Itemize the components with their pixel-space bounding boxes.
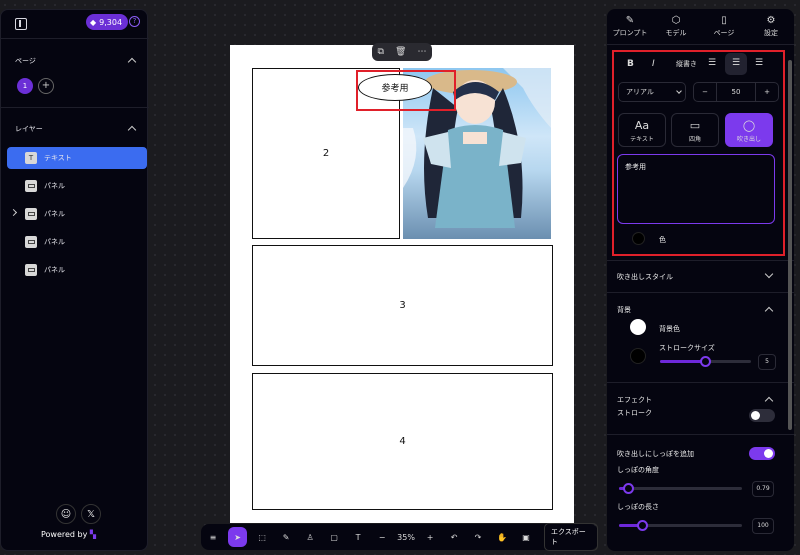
more-icon[interactable]: ⋯ xyxy=(417,47,426,57)
powered-by: Powered by ▚ xyxy=(41,530,97,539)
layer-item-panel[interactable]: パネル xyxy=(7,231,147,253)
marquee-tool-icon[interactable]: ⬚ xyxy=(250,533,274,542)
slider-knob[interactable] xyxy=(623,483,634,494)
add-tail-label: 吹き出しにしっぽを追加 xyxy=(617,450,694,458)
x-twitter-icon[interactable]: 𝕏 xyxy=(81,504,101,524)
effects-title: エフェクト xyxy=(617,396,652,404)
tail-angle-slider[interactable] xyxy=(619,483,742,494)
brand-logo-icon: ▚ xyxy=(89,530,97,539)
bg-color-label: 背景色 xyxy=(659,325,680,333)
tail-length-value[interactable]: 100 xyxy=(752,518,774,534)
zoom-in-icon[interactable]: + xyxy=(418,533,442,542)
zoom-out-icon[interactable]: − xyxy=(370,533,394,542)
tail-length-label: しっぽの長さ xyxy=(617,503,659,511)
tab-settings[interactable]: ⚙ 設定 xyxy=(748,15,794,38)
chevron-right-icon[interactable] xyxy=(9,208,18,217)
pages-title: ページ xyxy=(15,57,36,65)
save-icon[interactable]: ▣ xyxy=(514,533,538,542)
divider xyxy=(607,434,794,435)
panel-4[interactable]: 4 xyxy=(252,373,553,510)
add-page-button[interactable]: + xyxy=(38,78,54,94)
page-1-button[interactable]: 1 xyxy=(17,78,33,94)
stroke-toggle[interactable] xyxy=(749,409,775,422)
divider xyxy=(1,107,149,108)
add-tail-toggle[interactable] xyxy=(749,447,775,460)
tab-page[interactable]: ▯ ページ xyxy=(701,15,747,38)
tail-angle-label: しっぽの角度 xyxy=(617,466,659,474)
divider xyxy=(607,44,794,45)
pose-tool-icon[interactable]: ♙ xyxy=(298,533,322,542)
help-icon[interactable]: ? xyxy=(129,16,140,27)
text-icon: T xyxy=(25,152,37,164)
highlight-box xyxy=(612,50,785,256)
tab-model[interactable]: ⬡ モデル xyxy=(653,15,699,38)
discord-icon[interactable]: ☺ xyxy=(56,504,76,524)
layer-item-panel[interactable]: パネル xyxy=(7,259,147,281)
chevron-up-icon[interactable] xyxy=(127,57,137,67)
panel-icon xyxy=(25,180,37,192)
panel-icon xyxy=(25,208,37,220)
bg-color-swatch[interactable] xyxy=(630,319,646,335)
divider xyxy=(607,260,794,261)
export-button[interactable]: エクスポート xyxy=(543,523,599,551)
undo-icon[interactable]: ↶ xyxy=(442,533,466,542)
rectangle-tool-icon[interactable]: ▢ xyxy=(322,533,346,542)
tail-length-slider[interactable] xyxy=(619,520,742,531)
highlight-box xyxy=(356,70,456,111)
panel-icon xyxy=(25,264,37,276)
layer-item-text[interactable]: T テキスト xyxy=(7,147,147,169)
pen-tool-icon[interactable]: ✎ xyxy=(274,533,298,542)
layer-item-panel[interactable]: パネル xyxy=(7,175,147,197)
bubble-style-title: 吹き出しスタイル xyxy=(617,273,673,281)
layer-item-panel[interactable]: パネル xyxy=(7,203,147,225)
stroke-label: ストローク xyxy=(617,409,652,417)
slider-knob[interactable] xyxy=(700,356,711,367)
zoom-level: 35% xyxy=(397,532,415,542)
gem-icon: ◆ xyxy=(90,17,97,27)
divider xyxy=(1,38,149,39)
menu-icon[interactable]: ≡ xyxy=(201,533,225,542)
page-icon: ▯ xyxy=(721,15,727,26)
stroke-size-slider[interactable] xyxy=(660,356,751,367)
pencil-icon: ✎ xyxy=(625,15,635,26)
stroke-color-swatch[interactable] xyxy=(630,348,646,364)
trash-icon[interactable]: 🗑 xyxy=(395,47,406,57)
panel-icon xyxy=(25,236,37,248)
collapse-sidebar-icon[interactable] xyxy=(15,18,27,30)
stroke-size-label: ストロークサイズ xyxy=(659,344,715,352)
left-sidebar: ◆ 9,304 ? ページ 1 + レイヤー T テキスト パネル パネル パネル … xyxy=(0,9,149,551)
chevron-up-icon[interactable] xyxy=(127,125,137,135)
slider-knob[interactable] xyxy=(637,520,648,531)
redo-icon[interactable]: ↷ xyxy=(466,533,490,542)
text-tool-icon[interactable]: T xyxy=(346,533,370,542)
divider xyxy=(607,382,794,383)
divider xyxy=(607,292,794,293)
cube-icon: ⬡ xyxy=(671,15,681,26)
tail-angle-value[interactable]: 0.79 xyxy=(752,481,774,497)
layers-title: レイヤー xyxy=(15,125,43,133)
stroke-size-value[interactable]: 5 xyxy=(758,354,776,370)
duplicate-icon[interactable]: ⧉ xyxy=(378,47,384,57)
select-tool-icon[interactable]: ➤ xyxy=(227,527,248,547)
tab-prompt[interactable]: ✎ プロンプト xyxy=(607,15,653,38)
background-title: 背景 xyxy=(617,306,631,314)
hand-tool-icon[interactable]: ✋ xyxy=(490,533,514,542)
credits-badge[interactable]: ◆ 9,304 xyxy=(86,14,129,30)
floating-actions: ⧉ 🗑 ⋯ xyxy=(372,43,432,61)
scrollbar[interactable] xyxy=(788,60,792,430)
bottom-toolbar: ≡ ➤ ⬚ ✎ ♙ ▢ T − 35% + ↶ ↷ ✋ ▣ エクスポート xyxy=(201,523,599,551)
gear-icon: ⚙ xyxy=(766,15,776,26)
panel-3[interactable]: 3 xyxy=(252,245,553,366)
